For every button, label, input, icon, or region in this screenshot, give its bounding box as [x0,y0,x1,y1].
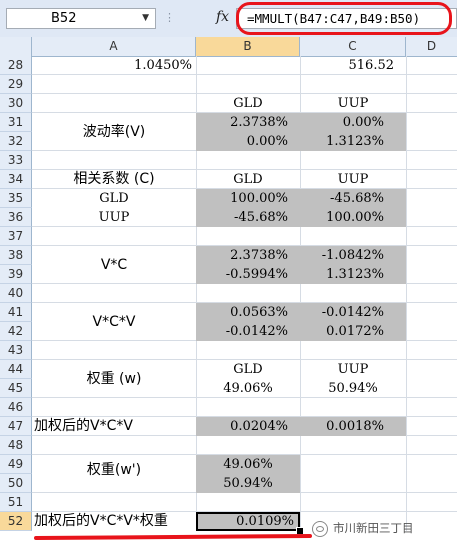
column-header-b[interactable]: B [196,37,300,56]
selected-cell-b52[interactable]: 0.0109% [196,512,300,531]
cell-c38[interactable]: -1.0842% [300,246,406,265]
column-header-d[interactable]: D [406,37,457,56]
row-header[interactable]: 34 [0,170,32,189]
row-header[interactable]: 51 [0,493,32,512]
cell-b34[interactable]: GLD [196,170,300,189]
column-header-row: A B C D [0,37,457,57]
vcv-label[interactable]: V*C*V [32,312,196,332]
row-header[interactable]: 49 [0,455,32,474]
cell-c47[interactable]: 0.0018% [300,417,406,436]
column-header-a[interactable]: A [32,37,196,56]
cell-c42[interactable]: 0.0172% [300,322,406,341]
row-header[interactable]: 43 [0,341,32,360]
cell-c31[interactable]: 0.00% [300,113,406,132]
table-row: 43 [0,341,457,360]
table-row: 36 UUP -45.68% 100.00% [0,208,457,227]
row-header[interactable]: 30 [0,94,32,113]
row-header[interactable]: 41 [0,303,32,322]
spreadsheet-grid: 28 1.0450% 516.52 29 30 GLD UUP 31 2.373… [0,56,457,548]
name-box[interactable]: B52 ▼ [6,8,156,29]
insert-function-button[interactable]: fx [216,9,229,25]
weights-transpose-label[interactable]: 权重(w') [32,460,196,480]
row-header[interactable]: 35 [0,189,32,208]
table-row: 33 [0,151,457,170]
row-header[interactable]: 50 [0,474,32,493]
cell-c41[interactable]: -0.0142% [300,303,406,322]
row-header[interactable]: 40 [0,284,32,303]
row-header[interactable]: 36 [0,208,32,227]
cell-b49[interactable]: 49.06% [196,455,300,474]
table-row: 47 加权后的V*C*V 0.0204% 0.0018% [0,417,457,436]
cell-a36[interactable]: UUP [32,208,196,227]
row-header[interactable]: 29 [0,75,32,94]
table-row: 48 [0,436,457,455]
column-header-c[interactable]: C [300,37,406,56]
table-row: 29 [0,75,457,94]
cell-b36[interactable]: -45.68% [196,208,300,227]
cell-b38[interactable]: 2.3738% [196,246,300,265]
row-header[interactable]: 32 [0,132,32,151]
row-header[interactable]: 37 [0,227,32,246]
cell-b41[interactable]: 0.0563% [196,303,300,322]
table-row: 28 1.0450% 516.52 [0,56,457,75]
cell-c39[interactable]: 1.3123% [300,265,406,284]
row-header[interactable]: 28 [0,56,32,75]
table-row: 40 [0,284,457,303]
name-box-value: B52 [51,11,77,26]
row-header[interactable]: 48 [0,436,32,455]
watermark: 市川新田三丁目 [312,517,457,539]
table-row: 35 GLD 100.00% -45.68% [0,189,457,208]
row-header-selected[interactable]: 52 [0,512,32,531]
cell-b32[interactable]: 0.00% [196,132,300,151]
cell-c28[interactable]: 516.52 [300,56,406,75]
cell-b44[interactable]: GLD [196,360,300,379]
row-header[interactable]: 47 [0,417,32,436]
formula-controls: ⋮ fx [164,8,234,29]
volatility-label[interactable]: 波动率(V) [32,122,196,142]
cell-c30[interactable]: UUP [300,94,406,113]
cell-b30[interactable]: GLD [196,94,300,113]
row-header[interactable]: 44 [0,360,32,379]
cell-b42[interactable]: -0.0142% [196,322,300,341]
row-header[interactable]: 31 [0,113,32,132]
cell-b35[interactable]: 100.00% [196,189,300,208]
cell-c36[interactable]: 100.00% [300,208,406,227]
grip-dots-icon: ⋮ [164,11,177,24]
row-header[interactable]: 45 [0,379,32,398]
cell-b45[interactable]: 49.06% [196,379,300,398]
cell-a34[interactable]: 相关系数 (C) [32,170,196,189]
cell-a28[interactable]: 1.0450% [32,56,196,75]
chevron-down-icon[interactable]: ▼ [142,9,149,28]
table-row: 51 [0,493,457,512]
formula-highlight-annotation [236,2,452,35]
cell-c35[interactable]: -45.68% [300,189,406,208]
cell-b47[interactable]: 0.0204% [196,417,300,436]
row-header[interactable]: 33 [0,151,32,170]
cell-b39[interactable]: -0.5994% [196,265,300,284]
table-row: 37 [0,227,457,246]
cell-c45[interactable]: 50.94% [300,379,406,398]
cell-c34[interactable]: UUP [300,170,406,189]
table-row: 30 GLD UUP [0,94,457,113]
cell-b31[interactable]: 2.3738% [196,113,300,132]
cell-a52[interactable]: 加权后的V*C*V*权重 [32,512,196,531]
row-header[interactable]: 39 [0,265,32,284]
cell-b50[interactable]: 50.94% [196,474,300,493]
row-header[interactable]: 46 [0,398,32,417]
select-all-corner[interactable] [0,37,32,56]
cell-a47[interactable]: 加权后的V*C*V [32,417,196,436]
vc-label[interactable]: V*C [32,255,196,275]
formula-bar: B52 ▼ ⋮ fx =MMULT(B47:C47,B49:B50) [0,0,457,38]
cell-c44[interactable]: UUP [300,360,406,379]
row-header[interactable]: 42 [0,322,32,341]
watermark-text: 市川新田三丁目 [333,521,414,535]
table-row: 34 相关系数 (C) GLD UUP [0,170,457,189]
weights-label[interactable]: 权重 (w) [32,369,196,389]
row-header[interactable]: 38 [0,246,32,265]
table-row: 46 [0,398,457,417]
wechat-icon [312,520,328,537]
cell-c32[interactable]: 1.3123% [300,132,406,151]
cell-a35[interactable]: GLD [32,189,196,208]
